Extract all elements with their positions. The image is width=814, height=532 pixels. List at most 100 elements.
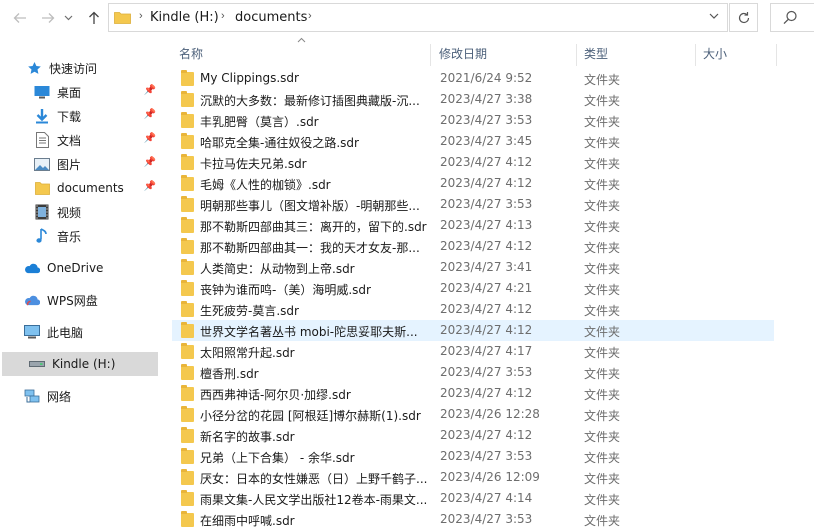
nav-item-quick-access[interactable]: 快速访问 — [0, 56, 160, 80]
file-type: 文件夹 — [584, 220, 621, 234]
nav-item-label: 音乐 — [57, 229, 82, 244]
back-button[interactable] — [10, 8, 30, 28]
nav-item-wps-cloud[interactable]: WPS网盘 — [0, 288, 160, 312]
folder-icon — [181, 196, 194, 212]
file-type: 文件夹 — [584, 514, 621, 528]
column-divider[interactable] — [430, 44, 431, 66]
network-icon — [24, 388, 40, 404]
nav-item-kindle-drive[interactable]: Kindle (H:) — [2, 352, 158, 376]
file-row[interactable]: 丰乳肥臀（莫言）.sdr 2023/4/27 3:53 文件夹 — [172, 110, 774, 131]
file-row[interactable]: 兄弟（上下合集） - 余华.sdr 2023/4/27 3:53 文件夹 — [172, 446, 774, 467]
file-row[interactable]: 世界文学名著丛书 mobi-陀思妥耶夫斯... 2023/4/27 4:12 文件夹 — [172, 320, 774, 341]
folder-icon — [181, 301, 194, 317]
file-name: 小径分岔的花园 [阿根廷]博尔赫斯(1).sdr — [200, 409, 421, 423]
nav-item-onedrive[interactable]: OneDrive — [0, 256, 160, 280]
file-row[interactable]: 哈耶克全集-通往奴役之路.sdr 2023/4/27 3:45 文件夹 — [172, 131, 774, 152]
address-bar[interactable]: › Kindle (H:) › documents › — [108, 3, 728, 32]
nav-item-music[interactable]: 音乐 — [0, 224, 160, 248]
file-row[interactable]: 那不勒斯四部曲其一：我的天才女友-那... 2023/4/27 4:12 文件夹 — [172, 236, 774, 257]
file-name: 西西弗神话-阿尔贝·加缪.sdr — [200, 388, 351, 402]
column-header-date[interactable]: 修改日期 — [432, 40, 576, 68]
file-row[interactable]: My Clippings.sdr 2021/6/24 9:52 文件夹 — [172, 68, 774, 89]
file-row[interactable]: 在细雨中呼喊.sdr 2023/4/27 3:53 文件夹 — [172, 509, 774, 530]
file-row[interactable]: 那不勒斯四部曲其三：离开的，留下的.sdr 2023/4/27 4:13 文件夹 — [172, 215, 774, 236]
file-row[interactable]: 西西弗神话-阿尔贝·加缪.sdr 2023/4/27 4:12 文件夹 — [172, 383, 774, 404]
file-name: 哈耶克全集-通往奴役之路.sdr — [200, 136, 359, 150]
refresh-button[interactable] — [729, 3, 758, 32]
file-row[interactable]: 厌女：日本的女性嫌恶（日）上野千鹤子... 2023/4/26 12:09 文件夹 — [172, 467, 774, 488]
file-row[interactable]: 檀香刑.sdr 2023/4/27 3:53 文件夹 — [172, 362, 774, 383]
file-type: 文件夹 — [584, 136, 621, 150]
file-type: 文件夹 — [584, 430, 621, 444]
folder-icon — [181, 511, 194, 527]
file-row[interactable]: 明朝那些事儿（图文增补版）-明朝那些... 2023/4/27 3:53 文件夹 — [172, 194, 774, 215]
file-modified-date: 2023/4/27 4:13 — [440, 218, 533, 232]
file-name: 生死疲劳-莫言.sdr — [200, 304, 299, 318]
file-name: 在细雨中呼喊.sdr — [200, 514, 295, 528]
file-modified-date: 2023/4/27 3:45 — [440, 134, 533, 148]
forward-button[interactable] — [38, 8, 58, 28]
file-row[interactable]: 卡拉马佐夫兄弟.sdr 2023/4/27 4:12 文件夹 — [172, 152, 774, 173]
file-row[interactable]: 小径分岔的花园 [阿根廷]博尔赫斯(1).sdr 2023/4/26 12:28 文… — [172, 404, 774, 425]
up-button[interactable] — [84, 8, 104, 28]
column-header-row: 名称 修改日期 类型 大小 — [172, 37, 814, 68]
column-header-type[interactable]: 类型 — [577, 40, 695, 68]
file-name: 檀香刑.sdr — [200, 367, 259, 381]
file-modified-date: 2023/4/27 4:14 — [440, 491, 533, 505]
file-name: 雨果文集-人民文学出版社12卷本-雨果文... — [200, 493, 428, 507]
file-modified-date: 2023/4/27 3:53 — [440, 449, 533, 463]
nav-item-downloads[interactable]: 下载 📌 — [0, 104, 160, 128]
breadcrumb-documents[interactable]: documents — [235, 10, 307, 25]
file-row[interactable]: 生死疲劳-莫言.sdr 2023/4/27 4:12 文件夹 — [172, 299, 774, 320]
file-row[interactable]: 人类简史：从动物到上帝.sdr 2023/4/27 3:41 文件夹 — [172, 257, 774, 278]
file-name: 丰乳肥臀（莫言）.sdr — [200, 115, 319, 129]
file-modified-date: 2023/4/27 3:41 — [440, 260, 533, 274]
nav-item-label: 网络 — [47, 389, 72, 404]
column-divider[interactable] — [776, 44, 777, 66]
folder-icon — [181, 91, 194, 107]
search-input[interactable] — [770, 3, 814, 32]
file-type: 文件夹 — [584, 388, 621, 402]
folder-icon — [181, 490, 194, 506]
folder-icon — [114, 12, 131, 24]
chevron-down-icon — [64, 15, 72, 21]
nav-item-pictures[interactable]: 图片 📌 — [0, 152, 160, 176]
file-row[interactable]: 沉默的大多数：最新修订插图典藏版-沉... 2023/4/27 3:38 文件夹 — [172, 89, 774, 110]
file-row[interactable]: 雨果文集-人民文学出版社12卷本-雨果文... 2023/4/27 4:14 文件夹 — [172, 488, 774, 509]
file-type: 文件夹 — [584, 472, 621, 486]
nav-item-label: 文档 — [57, 133, 82, 148]
drive-icon — [29, 356, 45, 372]
file-modified-date: 2023/4/27 3:53 — [440, 512, 533, 526]
file-name: 那不勒斯四部曲其三：离开的，留下的.sdr — [200, 220, 427, 234]
column-header-name[interactable]: 名称 — [172, 40, 430, 68]
nav-item-label: 图片 — [57, 157, 82, 172]
nav-item-videos[interactable]: 视频 — [0, 200, 160, 224]
folder-icon — [181, 364, 194, 380]
file-type: 文件夹 — [584, 493, 621, 507]
file-modified-date: 2023/4/27 3:53 — [440, 197, 533, 211]
file-row[interactable]: 丧钟为谁而鸣-（美）海明威.sdr 2023/4/27 4:21 文件夹 — [172, 278, 774, 299]
folder-icon — [181, 217, 194, 233]
file-name: 世界文学名著丛书 mobi-陀思妥耶夫斯... — [200, 325, 418, 339]
nav-item-documents-folder[interactable]: documents 📌 — [0, 176, 160, 200]
breadcrumb-kindle[interactable]: Kindle (H:) — [150, 10, 219, 25]
nav-item-documents-library[interactable]: 文档 📌 — [0, 128, 160, 152]
file-type: 文件夹 — [584, 94, 621, 108]
file-type: 文件夹 — [584, 346, 621, 360]
file-name: 明朝那些事儿（图文增补版）-明朝那些... — [200, 199, 420, 213]
file-row[interactable]: 毛姆《人性的枷锁》.sdr 2023/4/27 4:12 文件夹 — [172, 173, 774, 194]
column-header-size[interactable]: 大小 — [696, 40, 776, 68]
recent-locations-button[interactable] — [62, 8, 74, 28]
address-dropdown-button[interactable] — [709, 11, 719, 22]
nav-item-network[interactable]: 网络 — [0, 384, 160, 408]
file-modified-date: 2023/4/27 4:12 — [440, 323, 533, 337]
nav-item-desktop[interactable]: 桌面 📌 — [0, 80, 160, 104]
file-row[interactable]: 太阳照常升起.sdr 2023/4/27 4:17 文件夹 — [172, 341, 774, 362]
star-icon — [26, 60, 42, 76]
file-type: 文件夹 — [584, 325, 621, 339]
file-type: 文件夹 — [584, 304, 621, 318]
file-modified-date: 2023/4/27 4:12 — [440, 239, 533, 253]
file-row[interactable]: 新名字的故事.sdr 2023/4/27 4:12 文件夹 — [172, 425, 774, 446]
address-toolbar: › Kindle (H:) › documents › — [0, 0, 814, 36]
nav-item-this-pc[interactable]: 此电脑 — [0, 320, 160, 344]
